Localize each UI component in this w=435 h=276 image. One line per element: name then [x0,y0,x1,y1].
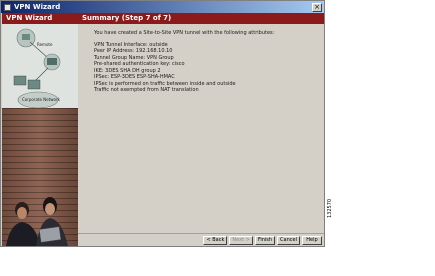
cancel-button[interactable]: Cancel [277,235,300,245]
finish-button[interactable]: Finish [254,235,276,245]
help-button[interactable]: Help [302,235,322,245]
summary-panel: Summary (Step 7 of 7) You have created a… [78,13,324,235]
wizard-button-bar: < Back Next > Finish Cancel Help [78,233,324,246]
network-diagram: Remote Corporate Network [2,24,78,114]
diagram-label-remote: Remote [37,42,53,47]
diagram-label-corporate: Corporate Network [22,97,60,102]
next-button[interactable]: Next > [229,235,253,245]
people-photo [6,197,68,246]
step-header: Summary (Step 7 of 7) [78,13,324,24]
summary-intro: You have created a Site-to-Site VPN tunn… [94,30,275,36]
wizard-image-panel: VPN Wizard Remote Corporate Network [2,13,78,246]
summary-line-nat: Traffic not exempted from NAT translatio… [94,87,199,93]
summary-content: You have created a Site-to-Site VPN tunn… [78,24,324,94]
vpn-wizard-window: VPN Wizard × VPN Wizard Remote Corporate… [0,0,325,247]
window-title: VPN Wizard [14,3,61,11]
left-panel-header: VPN Wizard [2,13,78,24]
back-button[interactable]: < Back [203,235,228,245]
title-bar[interactable]: VPN Wizard × [1,1,324,13]
close-button[interactable]: × [312,2,322,12]
figure-id: 132570 [327,198,333,218]
app-icon [4,3,11,11]
